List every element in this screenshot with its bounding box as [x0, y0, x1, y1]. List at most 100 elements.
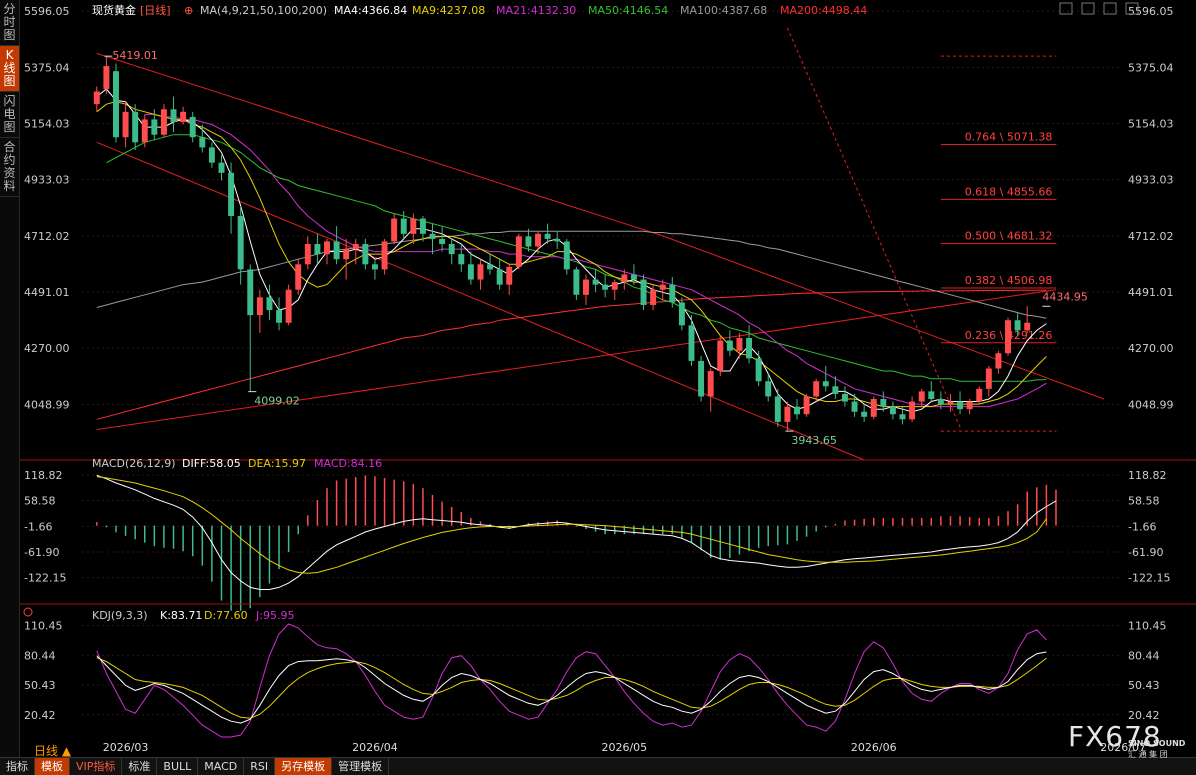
candle-body: [755, 358, 762, 382]
candle-body: [189, 116, 196, 138]
candle-body: [640, 279, 647, 305]
price-axis-label-right: 4712.02: [1128, 230, 1174, 243]
candle-body: [669, 284, 676, 303]
toolbar-button-8[interactable]: 管理模板: [332, 758, 390, 775]
candle-body: [909, 401, 916, 420]
candle-body: [841, 393, 848, 402]
candle-body: [132, 111, 139, 143]
ma-params: MA(4,9,21,50,100,200): [200, 4, 327, 17]
price-axis-label-left: 4048.99: [24, 398, 70, 411]
candle-body: [746, 338, 753, 359]
toolbar-button-5[interactable]: MACD: [198, 758, 245, 775]
candle-body: [1005, 320, 1011, 354]
candle-body: [1024, 322, 1031, 331]
candle-body: [400, 218, 407, 234]
sidebar-tab-1[interactable]: K线图: [0, 46, 19, 92]
symbol-title: 现货黄金: [92, 3, 136, 17]
period-label: [日线]: [140, 3, 171, 17]
candle-body: [419, 218, 426, 234]
candle-body: [429, 233, 436, 239]
candle-body: [822, 381, 829, 387]
candle-body: [362, 243, 369, 265]
candle-body: [880, 399, 887, 407]
toolbar-button-0[interactable]: 指标: [0, 758, 35, 775]
macd-axis-label-right: 118.82: [1128, 469, 1167, 482]
macd-axis-label-right: -61.90: [1128, 546, 1163, 559]
add-symbol-icon: ⊕: [184, 4, 193, 17]
candle-body: [160, 109, 167, 135]
candle-body: [544, 233, 551, 239]
sidebar: 分时图K线图闪电图合约资料: [0, 0, 20, 757]
kdj-axis-label-left: 50.43: [24, 679, 56, 692]
toolbar-button-1[interactable]: 模板: [35, 758, 70, 775]
candle-body: [650, 289, 657, 305]
price-axis-label-left: 4270.00: [24, 342, 70, 355]
candle-body: [678, 302, 685, 326]
ma21-line: [144, 113, 1047, 408]
candle-body: [314, 243, 321, 255]
candle-body: [707, 371, 714, 397]
price-axis-label-left: 5596.05: [24, 5, 70, 18]
candle-body: [515, 236, 522, 267]
toolbar-button-3[interactable]: 标准: [122, 758, 158, 775]
candle-body: [995, 353, 1002, 369]
price-axis-label-right: 5375.04: [1128, 61, 1174, 74]
price-annotation-2: 3943.65: [791, 434, 837, 447]
candle-body: [688, 325, 695, 361]
price-annotation-3: 4434.95: [1042, 290, 1088, 303]
candle-body: [602, 284, 609, 290]
macd-axis-label-right: 58.58: [1128, 495, 1160, 508]
kdj-j-value: J:95.95: [255, 609, 294, 622]
kdj-d-value: D:77.60: [204, 609, 248, 622]
macd-axis-label-left: -61.90: [24, 546, 59, 559]
x-axis-label: 2026/05: [601, 741, 647, 754]
candle-body: [199, 137, 206, 148]
candle-body: [381, 241, 388, 270]
candle-body: [477, 264, 484, 280]
candle-body: [266, 297, 273, 311]
macd-axis-label-right: -122.15: [1128, 572, 1170, 585]
candle-body: [784, 406, 791, 422]
fib-level-label: 0.764 \ 5071.38: [965, 131, 1053, 144]
candle-body: [851, 401, 858, 412]
price-annotation-1: 4099.02: [254, 395, 300, 408]
candle-body: [122, 111, 129, 138]
candle-body: [525, 236, 532, 247]
candle-body: [333, 241, 340, 260]
toolbar-button-4[interactable]: BULL: [157, 758, 199, 775]
candle-body: [717, 340, 724, 372]
price-axis-label-right: 4933.03: [1128, 174, 1174, 187]
candle-body: [621, 274, 628, 283]
candle-body: [535, 233, 541, 247]
macd-axis-label-left: 58.58: [24, 495, 56, 508]
x-axis-label: 2026/04: [352, 741, 398, 754]
watermark-sub2: 汇 通 集 团: [1128, 750, 1168, 759]
macd-dea-value: DEA:15.97: [248, 457, 306, 470]
candle-body: [899, 414, 906, 420]
fib-level-label: 0.618 \ 4855.66: [965, 185, 1053, 198]
ma-value-2: MA21:4132.30: [496, 4, 576, 17]
macd-diff-value: DIFF:58.05: [182, 457, 241, 470]
candle-body: [285, 289, 292, 323]
toolbar-button-2[interactable]: VIP指标: [70, 758, 123, 775]
toolbar-button-6[interactable]: RSI: [244, 758, 276, 775]
ma-value-0: MA4:4366.84: [334, 4, 407, 17]
candle-body: [813, 381, 820, 397]
candle-body: [439, 238, 446, 244]
sidebar-tab-0[interactable]: 分时图: [0, 0, 19, 46]
macd-axis-label-left: -1.66: [24, 520, 52, 533]
kdj-k-line: [96, 651, 1047, 724]
candle-body: [726, 340, 733, 351]
candle-body: [957, 401, 964, 410]
candle-body: [506, 266, 513, 285]
kdj-axis-label-right: 50.43: [1128, 679, 1160, 692]
candle-body: [170, 109, 177, 122]
ma-value-4: MA100:4387.68: [680, 4, 767, 17]
sidebar-tab-3[interactable]: 合约资料: [0, 138, 19, 197]
toolbar-button-7[interactable]: 另存模板: [275, 758, 333, 775]
candle-body: [659, 284, 666, 290]
sidebar-tab-2[interactable]: 闪电图: [0, 92, 19, 138]
candle-body: [237, 216, 244, 270]
price-axis-label-left: 4933.03: [24, 174, 70, 187]
candle-body: [448, 243, 455, 255]
